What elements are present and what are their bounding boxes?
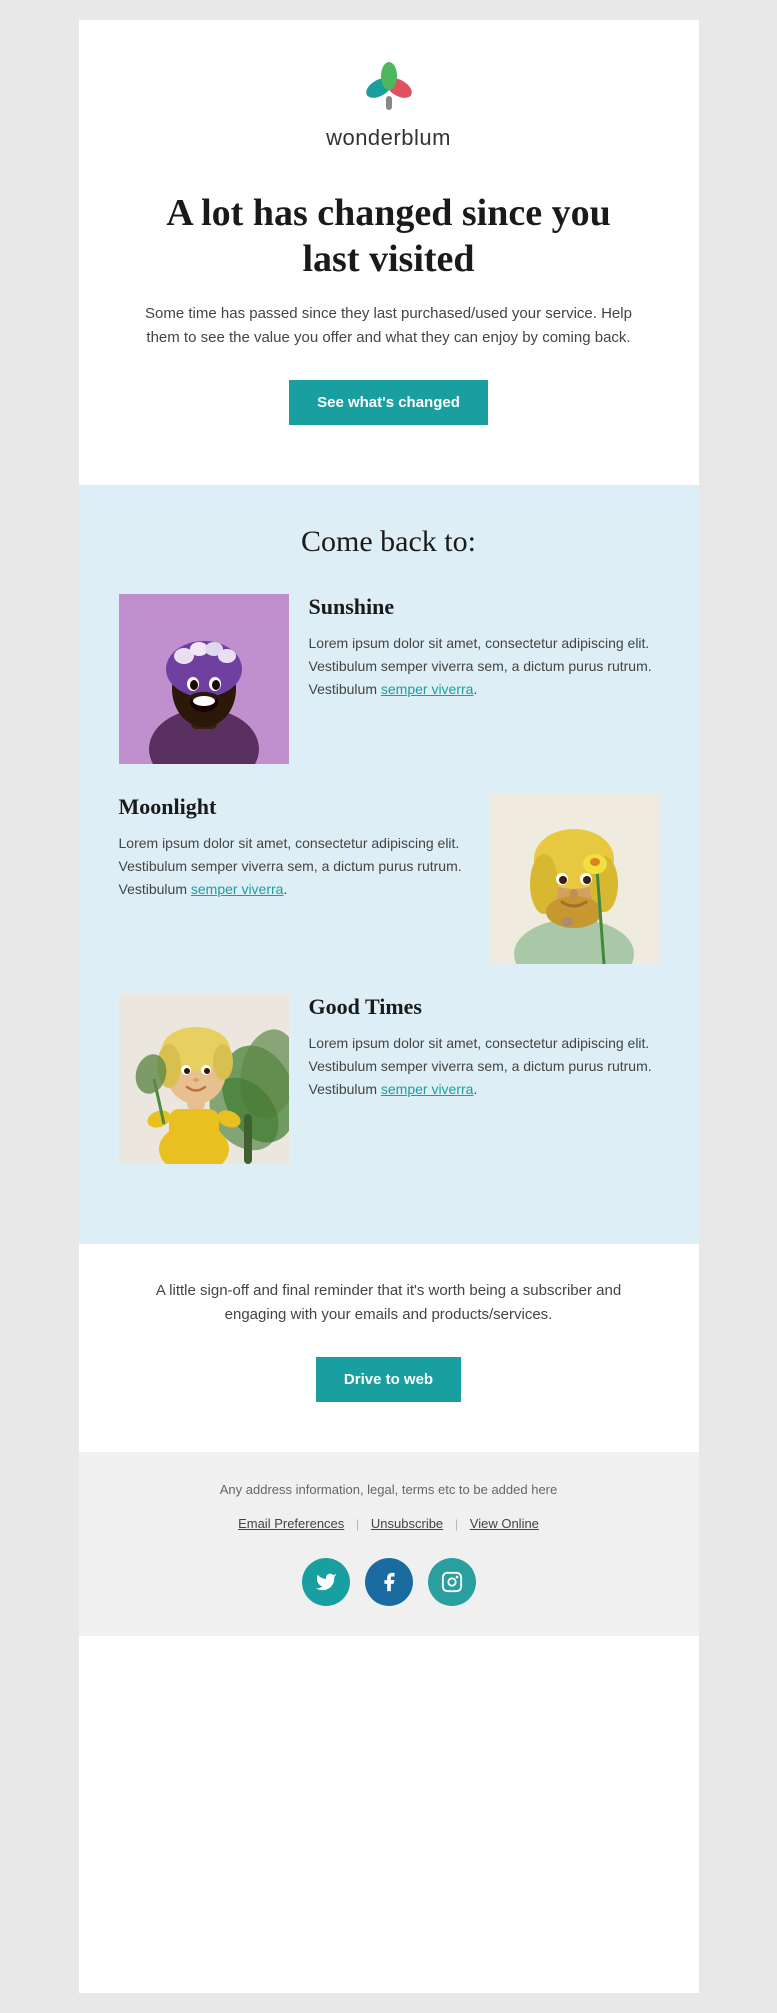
hero-section: A lot has changed since you last visited… bbox=[79, 181, 699, 455]
social-icons-container bbox=[119, 1558, 659, 1606]
footer-separator-1: | bbox=[356, 1516, 359, 1531]
email-footer: Any address information, legal, terms et… bbox=[79, 1452, 699, 1636]
twitter-icon bbox=[315, 1571, 337, 1593]
moonlight-image bbox=[489, 794, 659, 964]
come-back-title: Come back to: bbox=[119, 525, 659, 559]
moonlight-body: Lorem ipsum dolor sit amet, consectetur … bbox=[119, 832, 469, 901]
footer-separator-2: | bbox=[455, 1516, 458, 1531]
good-times-body: Lorem ipsum dolor sit amet, consectetur … bbox=[309, 1032, 659, 1101]
good-times-link[interactable]: semper viverra bbox=[381, 1081, 474, 1097]
drive-to-web-button[interactable]: Drive to web bbox=[316, 1357, 461, 1402]
moonlight-link[interactable]: semper viverra bbox=[191, 881, 284, 897]
good-times-image bbox=[119, 994, 289, 1164]
facebook-button[interactable] bbox=[365, 1558, 413, 1606]
email-preferences-link[interactable]: Email Preferences bbox=[238, 1516, 344, 1531]
instagram-button[interactable] bbox=[428, 1558, 476, 1606]
signoff-text: A little sign-off and final reminder tha… bbox=[139, 1279, 639, 1327]
email-container: wonderblum A lot has changed since you l… bbox=[79, 20, 699, 1993]
come-back-section: Come back to: bbox=[79, 485, 699, 1244]
sunshine-link[interactable]: semper viverra bbox=[381, 681, 474, 697]
feature-row-good-times: Good Times Lorem ipsum dolor sit amet, c… bbox=[119, 994, 659, 1164]
moonlight-title: Moonlight bbox=[119, 794, 469, 820]
sunshine-content: Sunshine Lorem ipsum dolor sit amet, con… bbox=[309, 594, 659, 701]
wonderblum-logo-icon bbox=[359, 60, 419, 115]
signoff-section: A little sign-off and final reminder tha… bbox=[79, 1244, 699, 1412]
hero-title: A lot has changed since you last visited bbox=[139, 191, 639, 282]
view-online-link[interactable]: View Online bbox=[470, 1516, 539, 1531]
twitter-button[interactable] bbox=[302, 1558, 350, 1606]
sunshine-title: Sunshine bbox=[309, 594, 659, 620]
good-times-content: Good Times Lorem ipsum dolor sit amet, c… bbox=[309, 994, 659, 1101]
footer-links: Email Preferences | Unsubscribe | View O… bbox=[119, 1515, 659, 1533]
feature-row-moonlight: Moonlight Lorem ipsum dolor sit amet, co… bbox=[119, 794, 659, 964]
brand-name: wonderblum bbox=[119, 125, 659, 151]
email-header: wonderblum bbox=[79, 20, 699, 181]
instagram-icon bbox=[441, 1571, 463, 1593]
sunshine-image bbox=[119, 594, 289, 764]
feature-row-sunshine: Sunshine Lorem ipsum dolor sit amet, con… bbox=[119, 594, 659, 764]
hero-body-text: Some time has passed since they last pur… bbox=[139, 302, 639, 350]
good-times-title: Good Times bbox=[309, 994, 659, 1020]
facebook-icon bbox=[378, 1571, 400, 1593]
moonlight-content: Moonlight Lorem ipsum dolor sit amet, co… bbox=[119, 794, 469, 901]
footer-address: Any address information, legal, terms et… bbox=[119, 1482, 659, 1497]
unsubscribe-link[interactable]: Unsubscribe bbox=[371, 1516, 443, 1531]
see-whats-changed-button[interactable]: See what's changed bbox=[289, 380, 488, 425]
sunshine-body: Lorem ipsum dolor sit amet, consectetur … bbox=[309, 632, 659, 701]
